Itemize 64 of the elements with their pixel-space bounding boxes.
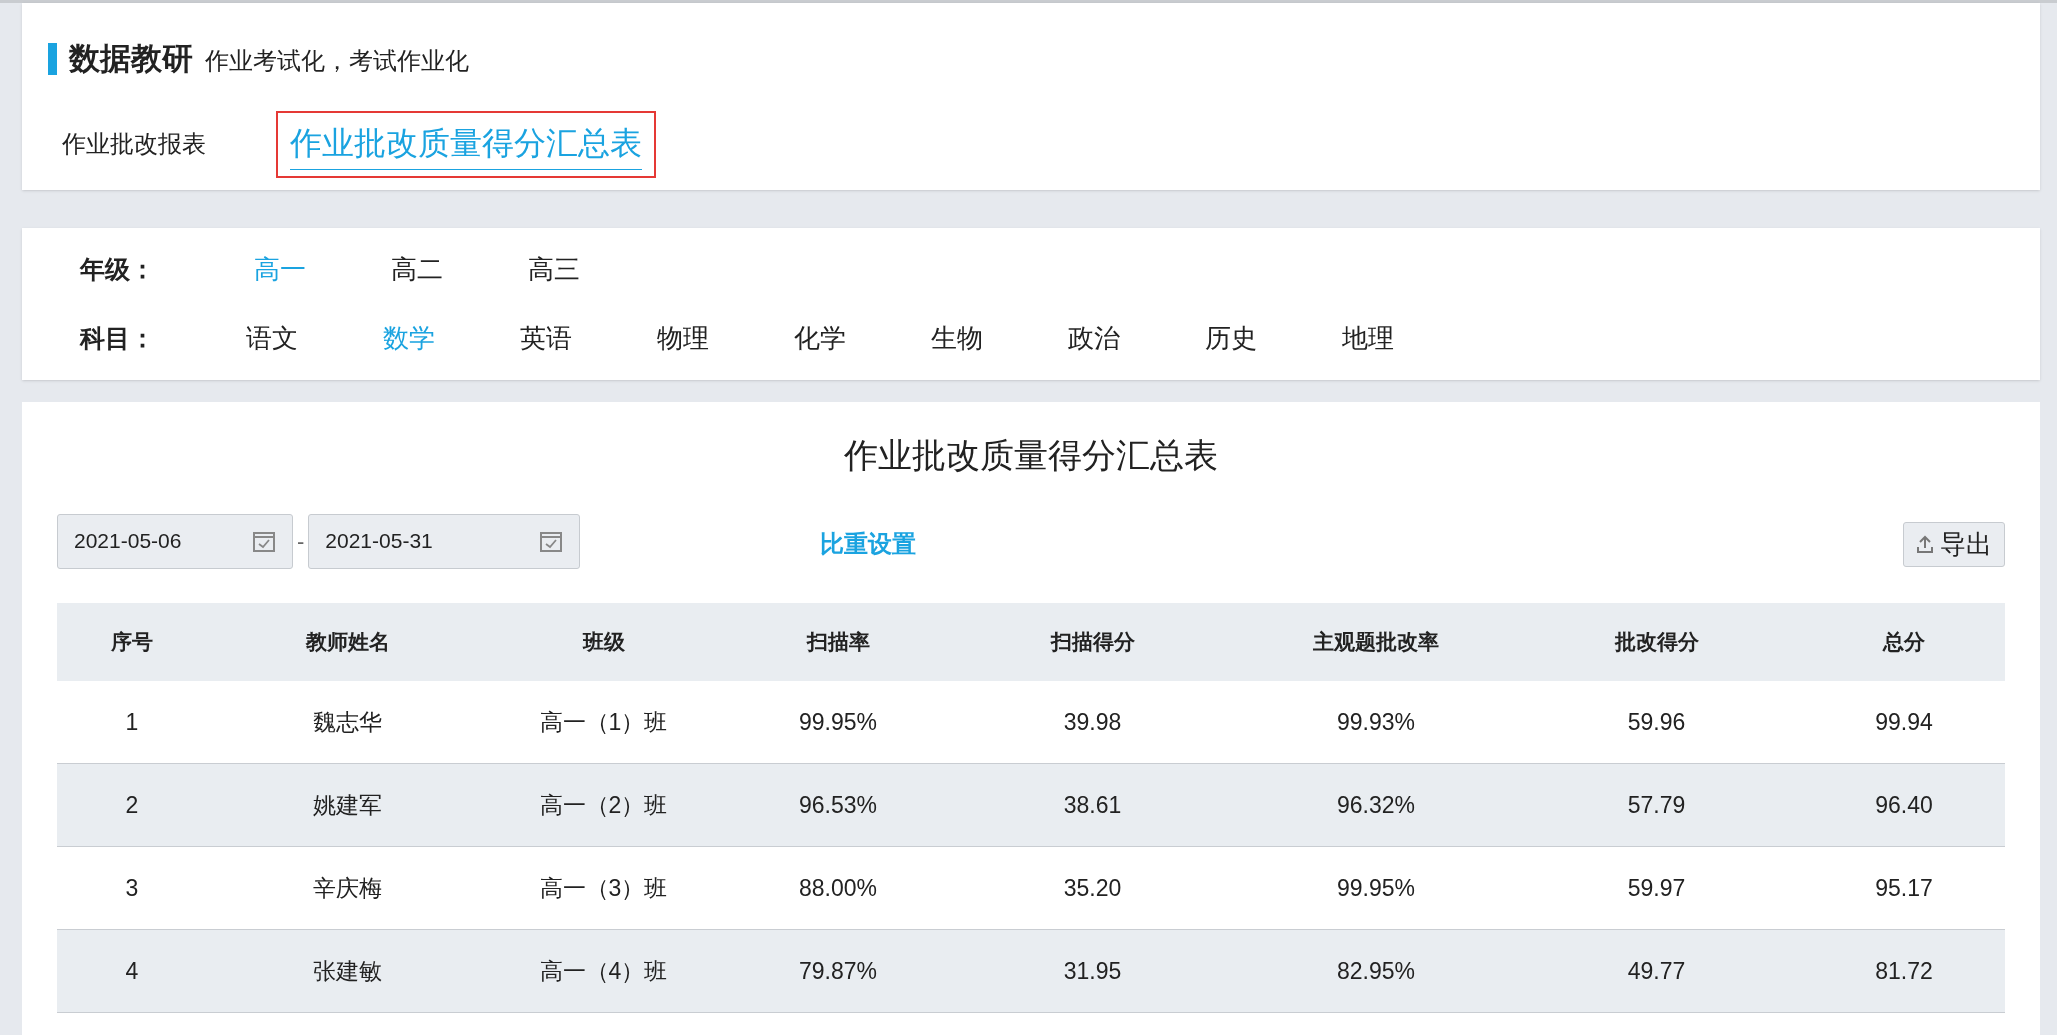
filter-option[interactable]: 化学 [794,319,931,358]
table-cell-text: 96.53% [798,790,878,820]
table-cell-text: 魏志华 [312,707,383,737]
table-cell-text: 4 [124,956,140,986]
report-title: 作业批改质量得分汇总表 [844,435,1218,476]
table-cell-text: 59.97 [1626,873,1687,903]
column-header: 序号 [110,629,154,656]
filter-option[interactable]: 地理 [1342,319,1479,358]
table-cell-text: 张建敏 [312,956,383,986]
report-tab[interactable]: 作业批改报表 [62,126,206,162]
filter-option[interactable]: 政治 [1068,319,1205,358]
table-cell-text: 38.61 [1062,790,1123,820]
column-header: 总分 [1881,629,1926,656]
table-cell-text: 81.72 [1874,956,1934,986]
table-cell-text: 82.95% [1336,956,1416,986]
export-button[interactable]: 导出 [1903,521,2005,567]
table-cell-text: 1 [124,707,140,737]
table-cell-text: 辛庆梅 [312,873,383,903]
filter-option[interactable]: 生物 [931,319,1068,358]
table-cell-text: 57.79 [1626,790,1687,820]
table-cell-text: 99.95% [1336,873,1416,903]
table-cell-text: 39.98 [1062,707,1123,737]
filter-option[interactable]: 历史 [1205,319,1342,358]
table-cell-text: 79.87% [798,956,878,986]
table-cell-text: 高一（2）班 [538,790,669,820]
table-cell-text: 高一（4）班 [538,956,669,986]
column-header: 扫描得分 [1049,629,1136,656]
table-cell-text: 59.96 [1626,707,1687,737]
table-cell-text: 88.00% [798,873,878,903]
filter-label: 年级： [80,253,156,285]
table-cell-text: 31.95 [1062,956,1123,986]
table-cell-text: 姚建军 [312,790,383,820]
filter-option[interactable]: 高三 [528,250,665,289]
column-header: 主观题批改率 [1312,629,1440,656]
page-subtitle: 作业考试化，考试作业化 [205,46,469,77]
filter-option[interactable]: 英语 [520,319,657,358]
calendar-icon [252,529,276,553]
filter-option[interactable]: 语文 [246,319,383,358]
table-cell-text: 3 [124,873,140,903]
table-cell-text: 高一（1）班 [538,707,669,737]
upload-icon [1916,534,1934,554]
table-cell-text: 49.77 [1626,956,1687,986]
table-cell-text: 高一（3）班 [538,873,669,903]
column-header: 班级 [581,629,626,656]
filter-option[interactable]: 物理 [657,319,794,358]
table-cell-text: 96.32% [1336,790,1416,820]
start-date-field[interactable]: 2021-05-06 [57,513,293,569]
column-header: 教师姓名 [304,629,391,656]
table-cell-text: 99.93% [1336,707,1416,737]
calendar-icon [539,529,564,553]
table-cell-text: 99.95% [798,707,878,737]
column-header: 批改得分 [1613,629,1700,656]
filter-option[interactable]: 高二 [391,250,528,289]
table-cell-text: 95.17 [1874,873,1934,903]
table-cell-text: 35.20 [1062,873,1123,903]
column-header: 扫描率 [805,629,871,656]
filter-label: 科目： [80,322,156,354]
table-cell-text: 2 [124,790,140,820]
table-cell-text: 96.40 [1874,790,1934,820]
table-cell-text: 99.94 [1874,707,1934,737]
accent-bar [48,43,57,76]
end-date-field[interactable]: 2021-05-31 [308,513,581,569]
page-title: 数据教研 [69,40,193,78]
date-separator: - [297,527,305,556]
